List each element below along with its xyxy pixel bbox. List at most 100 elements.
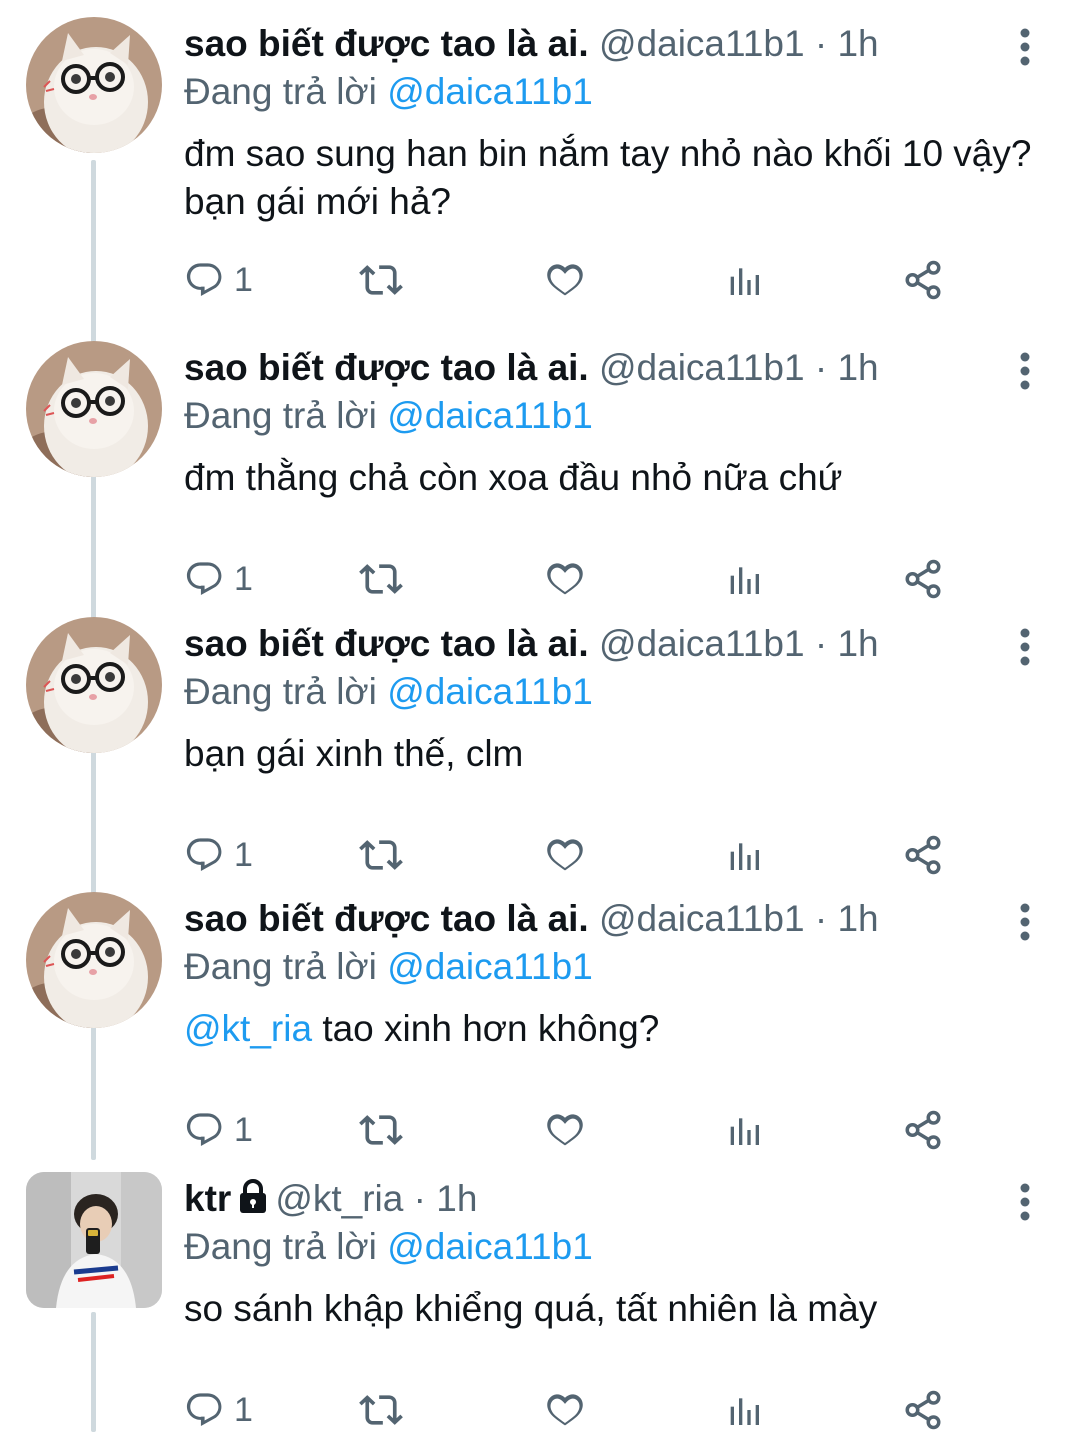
- tweet-reply[interactable]: sao biết được tao là ai. @daica11b1 · 1h…: [0, 0, 1080, 315]
- action-bar: 1: [184, 554, 984, 604]
- action-bar: 1: [184, 255, 984, 305]
- reply-button[interactable]: 1: [184, 1385, 253, 1435]
- like-button[interactable]: [544, 1105, 586, 1155]
- avatar[interactable]: [26, 892, 162, 1028]
- replying-to-mention[interactable]: @daica11b1: [387, 71, 593, 112]
- replying-to-label: Đang trả lời: [184, 71, 377, 112]
- timestamp[interactable]: 1h: [837, 23, 878, 64]
- display-name[interactable]: sao biết được tao là ai.: [184, 623, 589, 664]
- retweet-button[interactable]: [359, 1105, 403, 1155]
- reply-button[interactable]: 1: [184, 1105, 253, 1155]
- more-vertical-icon: [1010, 903, 1040, 948]
- tweet-text: bạn gái xinh thế, clm: [184, 730, 1044, 778]
- reply-button[interactable]: 1: [184, 255, 253, 305]
- reply-button[interactable]: 1: [184, 830, 253, 880]
- heart-icon: [544, 1109, 586, 1151]
- tweet-reply[interactable]: ktr @kt_ria · 1h Đang trả lời @daica11b1 …: [0, 1155, 1080, 1445]
- retweet-icon: [359, 833, 403, 877]
- lock-icon: [237, 1179, 269, 1225]
- tweet-reply[interactable]: sao biết được tao là ai. @daica11b1 · 1h…: [0, 600, 1080, 890]
- display-name[interactable]: sao biết được tao là ai.: [184, 347, 589, 388]
- avatar[interactable]: [26, 1172, 162, 1308]
- tweet-text: so sánh khập khiểng quá, tất nhiên là mà…: [184, 1285, 1044, 1333]
- replying-to-mention[interactable]: @daica11b1: [387, 946, 593, 987]
- retweet-button[interactable]: [359, 554, 403, 604]
- like-button[interactable]: [544, 1385, 586, 1435]
- tweet-reply[interactable]: sao biết được tao là ai. @daica11b1 · 1h…: [0, 875, 1080, 1165]
- retweet-icon: [359, 258, 403, 302]
- more-options-button[interactable]: [1010, 1180, 1040, 1224]
- retweet-button[interactable]: [359, 830, 403, 880]
- timestamp[interactable]: 1h: [436, 1178, 477, 1219]
- mention-link[interactable]: @kt_ria: [184, 1008, 312, 1049]
- retweet-icon: [359, 1108, 403, 1152]
- replying-to: Đang trả lời @daica11b1: [184, 670, 593, 714]
- more-options-button[interactable]: [1010, 349, 1040, 393]
- tweet-text: đm sao sung han bin nắm tay nhỏ nào khối…: [184, 130, 1044, 226]
- display-name[interactable]: sao biết được tao là ai.: [184, 23, 589, 64]
- separator-dot: ·: [814, 347, 828, 388]
- share-button[interactable]: [902, 255, 944, 305]
- reply-icon: [184, 1390, 224, 1430]
- reply-icon: [184, 1110, 224, 1150]
- like-button[interactable]: [544, 255, 586, 305]
- views-icon: [724, 260, 764, 300]
- replying-to: Đang trả lời @daica11b1: [184, 394, 593, 438]
- user-handle[interactable]: @daica11b1: [599, 898, 805, 939]
- action-bar: 1: [184, 1385, 984, 1435]
- like-button[interactable]: [544, 830, 586, 880]
- tweet-text-content: đm thằng chả còn xoa đầu nhỏ nữa chứ: [184, 457, 843, 498]
- views-icon: [724, 1110, 764, 1150]
- share-icon: [902, 834, 944, 876]
- retweet-button[interactable]: [359, 255, 403, 305]
- user-handle[interactable]: @daica11b1: [599, 347, 805, 388]
- tweet-text: @kt_ria tao xinh hơn không?: [184, 1005, 1044, 1053]
- more-options-button[interactable]: [1010, 25, 1040, 69]
- replying-to-mention[interactable]: @daica11b1: [387, 1226, 593, 1267]
- replying-to-mention[interactable]: @daica11b1: [387, 671, 593, 712]
- tweet-reply[interactable]: sao biết được tao là ai. @daica11b1 · 1h…: [0, 324, 1080, 614]
- reply-count: 1: [234, 559, 253, 598]
- avatar[interactable]: [26, 17, 162, 153]
- retweet-icon: [359, 557, 403, 601]
- action-bar: 1: [184, 830, 984, 880]
- user-handle[interactable]: @daica11b1: [599, 23, 805, 64]
- views-button[interactable]: [724, 1105, 764, 1155]
- views-button[interactable]: [724, 1385, 764, 1435]
- reply-button[interactable]: 1: [184, 554, 253, 604]
- user-handle[interactable]: @daica11b1: [599, 623, 805, 664]
- display-name[interactable]: sao biết được tao là ai.: [184, 898, 589, 939]
- views-button[interactable]: [724, 554, 764, 604]
- avatar[interactable]: [26, 341, 162, 477]
- separator-dot: ·: [413, 1178, 426, 1219]
- more-options-button[interactable]: [1010, 900, 1040, 944]
- views-button[interactable]: [724, 830, 764, 880]
- heart-icon: [544, 259, 586, 301]
- user-handle[interactable]: @kt_ria: [275, 1178, 403, 1219]
- replying-to: Đang trả lời @daica11b1: [184, 70, 593, 114]
- share-icon: [902, 558, 944, 600]
- share-button[interactable]: [902, 1385, 944, 1435]
- avatar[interactable]: [26, 617, 162, 753]
- reply-icon: [184, 559, 224, 599]
- share-icon: [902, 1389, 944, 1431]
- timestamp[interactable]: 1h: [837, 347, 878, 388]
- share-button[interactable]: [902, 1105, 944, 1155]
- share-button[interactable]: [902, 830, 944, 880]
- separator-dot: ·: [814, 23, 828, 64]
- timestamp[interactable]: 1h: [837, 898, 878, 939]
- more-vertical-icon: [1010, 352, 1040, 397]
- reply-count: 1: [234, 1390, 253, 1429]
- more-options-button[interactable]: [1010, 625, 1040, 669]
- views-button[interactable]: [724, 255, 764, 305]
- display-name[interactable]: ktr: [184, 1178, 231, 1219]
- timestamp[interactable]: 1h: [837, 623, 878, 664]
- tweet-text-content: đm sao sung han bin nắm tay nhỏ nào khối…: [184, 133, 1032, 222]
- replying-to-mention[interactable]: @daica11b1: [387, 395, 593, 436]
- like-button[interactable]: [544, 554, 586, 604]
- retweet-button[interactable]: [359, 1385, 403, 1435]
- heart-icon: [544, 1389, 586, 1431]
- share-button[interactable]: [902, 554, 944, 604]
- views-icon: [724, 559, 764, 599]
- tweet-text-content: so sánh khập khiểng quá, tất nhiên là mà…: [184, 1288, 878, 1329]
